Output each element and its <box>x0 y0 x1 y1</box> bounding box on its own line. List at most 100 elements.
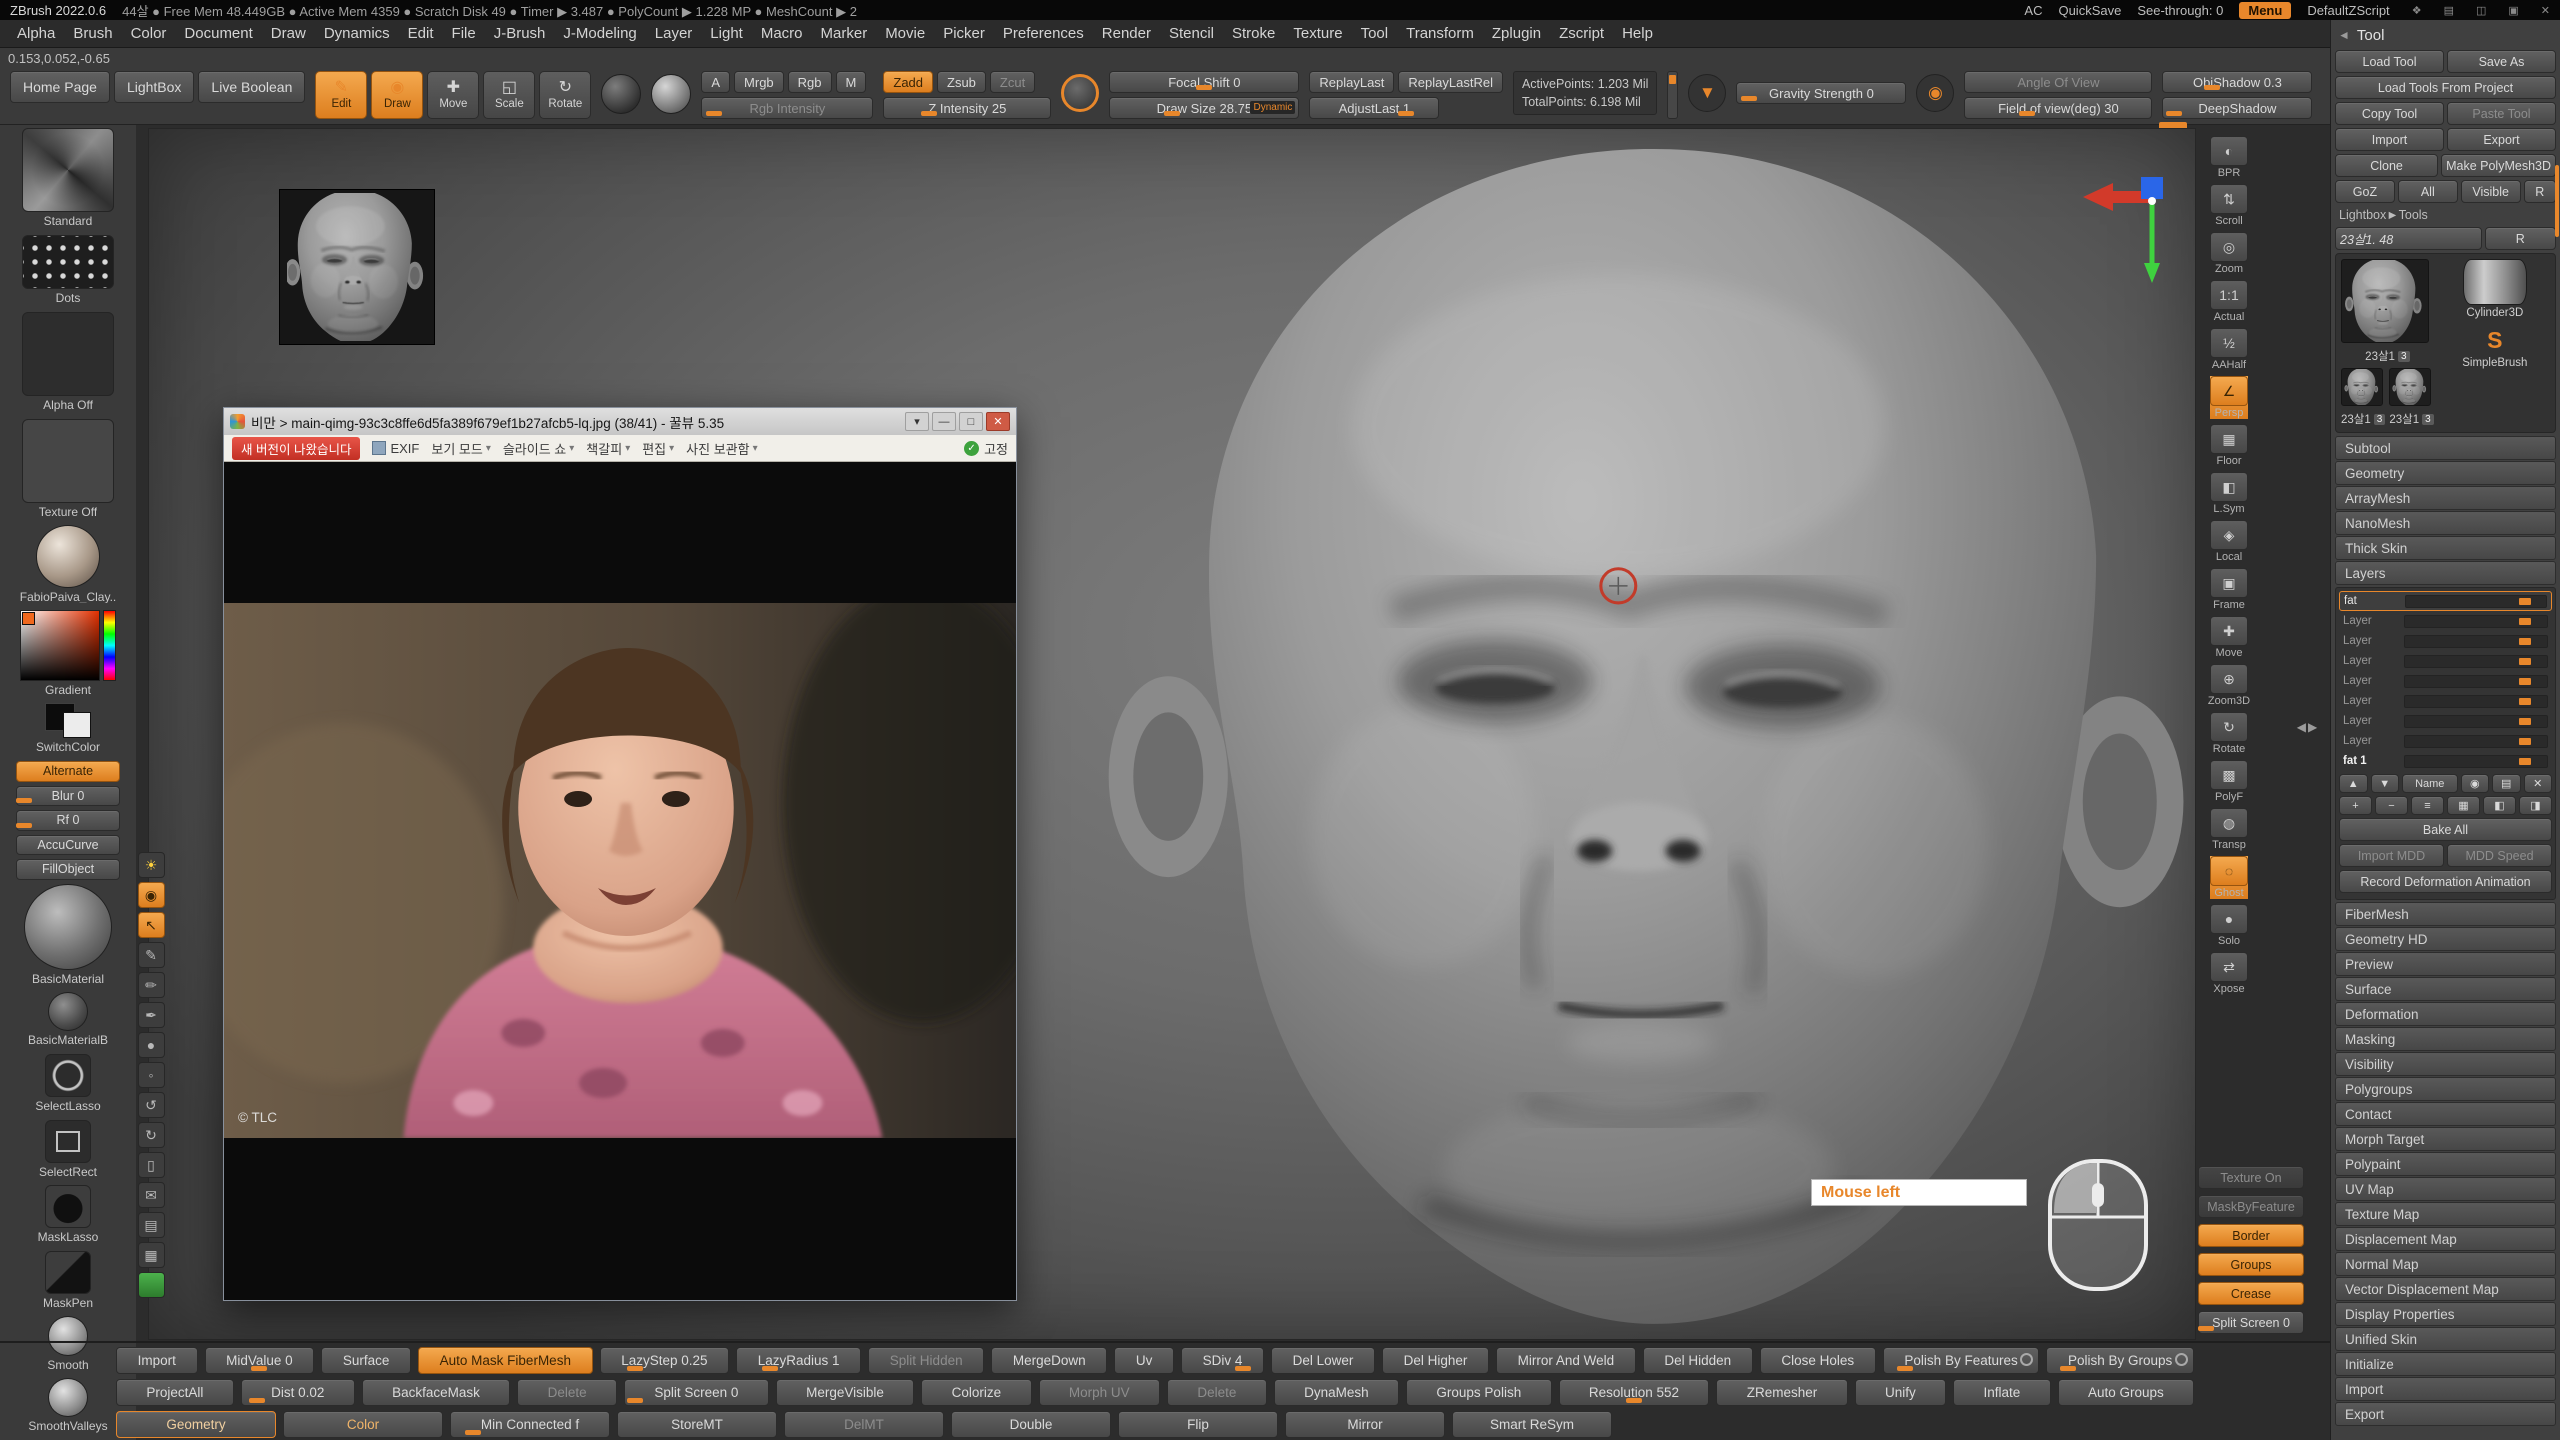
sculpt-mode-button[interactable]: Zadd <box>883 71 933 93</box>
menu-item[interactable]: Color <box>122 25 176 42</box>
menu-item[interactable]: Dynamics <box>315 25 399 42</box>
layer-name[interactable]: Layer <box>2343 615 2399 627</box>
draw-size-icon[interactable] <box>1061 74 1099 112</box>
bottom-shelf-button[interactable]: MergeDown <box>991 1347 1107 1374</box>
photo-window-titlebar[interactable]: 비만 > main-qimg-93c3c8ffe6d5fa389f679ef1b… <box>224 408 1016 435</box>
tool-section-header[interactable]: Vector Displacement Map <box>2335 1277 2556 1301</box>
viewport-canvas[interactable]: 비만 > main-qimg-93c3c8ffe6d5fa389f679ef1b… <box>148 128 2196 1340</box>
hue-strip[interactable] <box>103 610 116 680</box>
menu-item[interactable]: Zplugin <box>1483 25 1550 42</box>
bottom-shelf-button[interactable]: Split Screen 0 <box>624 1379 769 1406</box>
layer-name[interactable]: fat <box>2344 595 2400 607</box>
tool-section-header[interactable]: Polypaint <box>2335 1152 2556 1176</box>
layer-row[interactable]: Layer <box>2339 651 2552 671</box>
menu-item[interactable]: Preferences <box>994 25 1093 42</box>
bottom-shelf-button[interactable]: Mirror And Weld <box>1496 1347 1636 1374</box>
menu-item[interactable]: Marker <box>812 25 877 42</box>
titlebar-button[interactable]: See-through: 0 <box>2137 3 2223 18</box>
layer-control-button[interactable]: ✕ <box>2524 774 2553 793</box>
replay-last-rel-button[interactable]: ReplayLastRel <box>1398 71 1503 93</box>
layer-name[interactable]: Layer <box>2343 735 2399 747</box>
bottom-shelf-button[interactable]: ZRemesher <box>1716 1379 1847 1406</box>
switch-color-swatches[interactable] <box>45 703 91 738</box>
bottom-shelf-button[interactable]: Import <box>116 1347 198 1374</box>
current-color-swatch[interactable] <box>22 612 35 625</box>
record-deformation-button[interactable]: Record Deformation Animation <box>2339 870 2552 893</box>
live-boolean-button[interactable]: Live Boolean <box>198 71 305 103</box>
alpha-thumbnail[interactable] <box>22 312 114 396</box>
photo-window-control[interactable]: ▾ <box>905 412 929 431</box>
tool-section-header[interactable]: Geometry <box>2335 461 2556 485</box>
load-tool-button[interactable]: Load Tool <box>2335 50 2444 73</box>
menu-item[interactable]: Macro <box>752 25 812 42</box>
stroke-preview-orb[interactable] <box>601 74 641 114</box>
mode-button[interactable]: ◉Draw <box>371 71 423 119</box>
replay-last-button[interactable]: ReplayLast <box>1309 71 1394 93</box>
bottom-shelf-button[interactable]: LazyStep 0.25 <box>600 1347 730 1374</box>
tool-section-header[interactable]: Texture Map <box>2335 1202 2556 1226</box>
pen-icon[interactable]: ✒ <box>138 1002 165 1028</box>
bottom-shelf-button[interactable]: Del Hidden <box>1643 1347 1753 1374</box>
right-dock-button[interactable]: Texture On <box>2198 1166 2304 1189</box>
bottom-shelf-button[interactable]: Geometry <box>116 1411 276 1438</box>
lightbox-button[interactable]: LightBox <box>114 71 194 103</box>
lightbulb-icon[interactable]: ☀ <box>138 852 165 878</box>
bottom-shelf-button[interactable]: BackfaceMask <box>362 1379 511 1406</box>
menu-item[interactable]: Layer <box>646 25 702 42</box>
active-tool-thumbnail[interactable] <box>2341 259 2429 343</box>
tool-section-header[interactable]: Displacement Map <box>2335 1227 2556 1251</box>
bottom-shelf-button[interactable]: Morph UV <box>1039 1379 1161 1406</box>
dot-icon[interactable]: ● <box>138 1032 165 1058</box>
focal-shift-slider[interactable]: Focal Shift 0 <box>1109 71 1299 93</box>
titlebar-button[interactable]: AC <box>2024 3 2042 18</box>
view-control-button[interactable]: ▦ Floor <box>2210 424 2248 467</box>
select-lasso-thumbnail[interactable] <box>45 1054 91 1097</box>
material-thumbnail[interactable] <box>36 525 100 587</box>
pencil2-icon[interactable]: ✏ <box>138 972 165 998</box>
grid-icon[interactable]: ▦ <box>138 1242 165 1268</box>
view-control-button[interactable]: ● Solo <box>2210 904 2248 947</box>
model-thumbnail[interactable] <box>279 189 435 345</box>
right-dock-button[interactable]: MaskByFeature <box>2198 1195 2304 1218</box>
cursor-icon[interactable]: ↖ <box>138 912 165 938</box>
menu-item[interactable]: Texture <box>1284 25 1351 42</box>
photo-window-control[interactable]: ✕ <box>986 412 1010 431</box>
paint-mode-button[interactable]: Rgb <box>788 71 832 93</box>
cylinder3d-thumbnail[interactable] <box>2463 259 2527 305</box>
field-of-view-slider[interactable]: Field of view(deg) 30 <box>1964 97 2152 119</box>
tool-section-header[interactable]: Import <box>2335 1377 2556 1401</box>
menu-item[interactable]: Alpha <box>8 25 64 42</box>
right-dock-button[interactable]: Border <box>2198 1224 2304 1247</box>
layer-control-button[interactable]: ▦ <box>2447 796 2480 815</box>
undo-icon[interactable]: ↺ <box>138 1092 165 1118</box>
right-dock-button[interactable]: Crease <box>2198 1282 2304 1305</box>
layer-intensity-slider[interactable] <box>2404 755 2548 768</box>
bottom-shelf-button[interactable]: Flip <box>1118 1411 1278 1438</box>
tool-section-header[interactable]: Subtool <box>2335 436 2556 460</box>
mode-button[interactable]: ✎Edit <box>315 71 367 119</box>
titlebar-button[interactable]: Menu <box>2239 2 2291 19</box>
view-control-button[interactable]: ◎ Zoom <box>2210 232 2248 275</box>
import-mdd-button[interactable]: Import MDD <box>2339 844 2444 867</box>
bottom-shelf-button[interactable]: Dist 0.02 <box>241 1379 355 1406</box>
titlebar-button[interactable]: QuickSave <box>2058 3 2121 18</box>
bottom-shelf-button[interactable]: Close Holes <box>1760 1347 1876 1374</box>
lightbox-tools-label[interactable]: Lightbox►Tools <box>2335 206 2556 224</box>
view-control-button[interactable]: ◌ Ghost <box>2210 856 2248 899</box>
bottom-shelf-button[interactable]: Unify <box>1855 1379 1946 1406</box>
layer-control-button[interactable]: ▼ <box>2371 774 2400 793</box>
tool-section-header[interactable]: Display Properties <box>2335 1302 2556 1326</box>
collapse-panel-icon[interactable]: ◄ <box>2338 28 2350 42</box>
layer-control-button[interactable]: ◉ <box>2461 774 2490 793</box>
card-icon[interactable]: ▤ <box>138 1212 165 1238</box>
points-mini-slider[interactable] <box>1667 71 1678 119</box>
tool-section-header[interactable]: Preview <box>2335 952 2556 976</box>
tool-section-header[interactable]: Masking <box>2335 1027 2556 1051</box>
tool-section-header[interactable]: Unified Skin <box>2335 1327 2556 1351</box>
menu-item[interactable]: Zscript <box>1550 25 1613 42</box>
window-control-icon[interactable]: ❖ <box>2412 4 2422 17</box>
layer-intensity-slider[interactable] <box>2404 615 2548 628</box>
view-control-button[interactable]: ✚ Move <box>2210 616 2248 659</box>
bottom-shelf-button[interactable]: DelMT <box>784 1411 944 1438</box>
photo-toolbar-menu[interactable]: 편집 <box>642 439 674 458</box>
